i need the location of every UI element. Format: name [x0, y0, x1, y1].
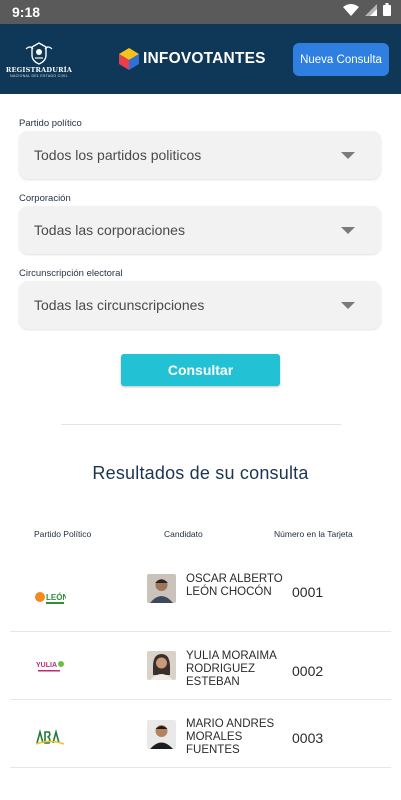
- filter-form: Partido político Todos los partidos poli…: [0, 94, 401, 329]
- coat-of-arms-icon: [25, 41, 53, 65]
- candidate-number: 0002: [292, 663, 324, 679]
- wifi-icon: [343, 3, 359, 21]
- corporation-select[interactable]: Todas las corporaciones: [19, 206, 381, 254]
- candidate-number: 0001: [292, 584, 324, 600]
- column-header-number: Número en la Tarjeta: [274, 529, 353, 539]
- brand: INFOVOTANTES: [119, 48, 266, 70]
- party-logo-aba: [34, 728, 66, 746]
- consult-wrap: Consultar: [0, 354, 401, 386]
- results-table-header: Partido Político Candidato Número en la …: [0, 526, 401, 546]
- status-icons: [343, 3, 391, 21]
- candidate-name: MARIO ANDRES MORALES FUENTES: [186, 718, 275, 756]
- dropdown-caret-icon: [341, 301, 355, 309]
- corporation-filter: Corporación Todas las corporaciones: [19, 193, 381, 254]
- battery-icon: [383, 3, 391, 21]
- status-bar: 9:18: [0, 0, 401, 24]
- svg-text:LEÓN: LEÓN: [46, 593, 66, 602]
- party-filter-label: Partido político: [19, 118, 82, 129]
- results-list: LEÓN OSCAR ALBERTO LEÓN CHOCÓN 0001 YULI…: [0, 564, 401, 768]
- corporation-select-value: Todas las corporaciones: [34, 222, 185, 238]
- registry-logo-text: REGISTRADURÍA: [5, 65, 73, 74]
- divider: [60, 424, 341, 425]
- status-time: 9:18: [12, 4, 41, 20]
- candidate-photo: [147, 574, 176, 603]
- party-logo-yulia: YULIA: [34, 658, 66, 676]
- candidate-number: 0003: [292, 730, 324, 746]
- column-header-party: Partido Político: [34, 529, 92, 539]
- district-select-value: Todas las circunscripciones: [34, 297, 205, 313]
- brand-name: INFOVOTANTES: [143, 50, 266, 67]
- candidate-name: OSCAR ALBERTO LEÓN CHOCÓN: [186, 573, 283, 598]
- candidate-name: YULIA MORAIMA RODRIGUEZ ESTEBAN: [186, 650, 277, 688]
- district-filter: Circunscripción electoral Todas las circ…: [19, 268, 381, 329]
- table-row[interactable]: MARIO ANDRES MORALES FUENTES 0003: [10, 700, 391, 768]
- dropdown-caret-icon: [341, 226, 355, 234]
- district-filter-label: Circunscripción electoral: [19, 268, 123, 279]
- signal-icon: [365, 3, 377, 21]
- party-select[interactable]: Todos los partidos politicos: [19, 131, 381, 179]
- column-header-candidate: Candidato: [164, 529, 203, 539]
- dropdown-caret-icon: [341, 151, 355, 159]
- candidate-photo: [147, 651, 176, 680]
- corporation-filter-label: Corporación: [19, 193, 71, 204]
- svg-text:YULIA: YULIA: [36, 662, 57, 669]
- table-row[interactable]: YULIA YULIA MORAIMA RODRIGUEZ ESTEBAN 00…: [10, 632, 391, 700]
- app-header: REGISTRADURÍA NACIONAL DEL ESTADO CIVIL …: [0, 24, 401, 94]
- district-select[interactable]: Todas las circunscripciones: [19, 281, 381, 329]
- candidate-photo: [147, 720, 176, 749]
- registry-logo-subtext: NACIONAL DEL ESTADO CIVIL: [10, 73, 68, 78]
- results-title: Resultados de su consulta: [92, 463, 309, 483]
- table-row[interactable]: LEÓN OSCAR ALBERTO LEÓN CHOCÓN 0001: [10, 564, 391, 632]
- new-query-button[interactable]: Nueva Consulta: [293, 43, 389, 76]
- registry-logo: REGISTRADURÍA NACIONAL DEL ESTADO CIVIL: [6, 41, 72, 78]
- party-logo-leon: LEÓN: [34, 588, 68, 606]
- party-select-value: Todos los partidos politicos: [34, 147, 202, 163]
- consult-button[interactable]: Consultar: [121, 354, 280, 386]
- party-filter: Partido político Todos los partidos poli…: [19, 118, 381, 179]
- infovotantes-logo-icon: [119, 48, 139, 70]
